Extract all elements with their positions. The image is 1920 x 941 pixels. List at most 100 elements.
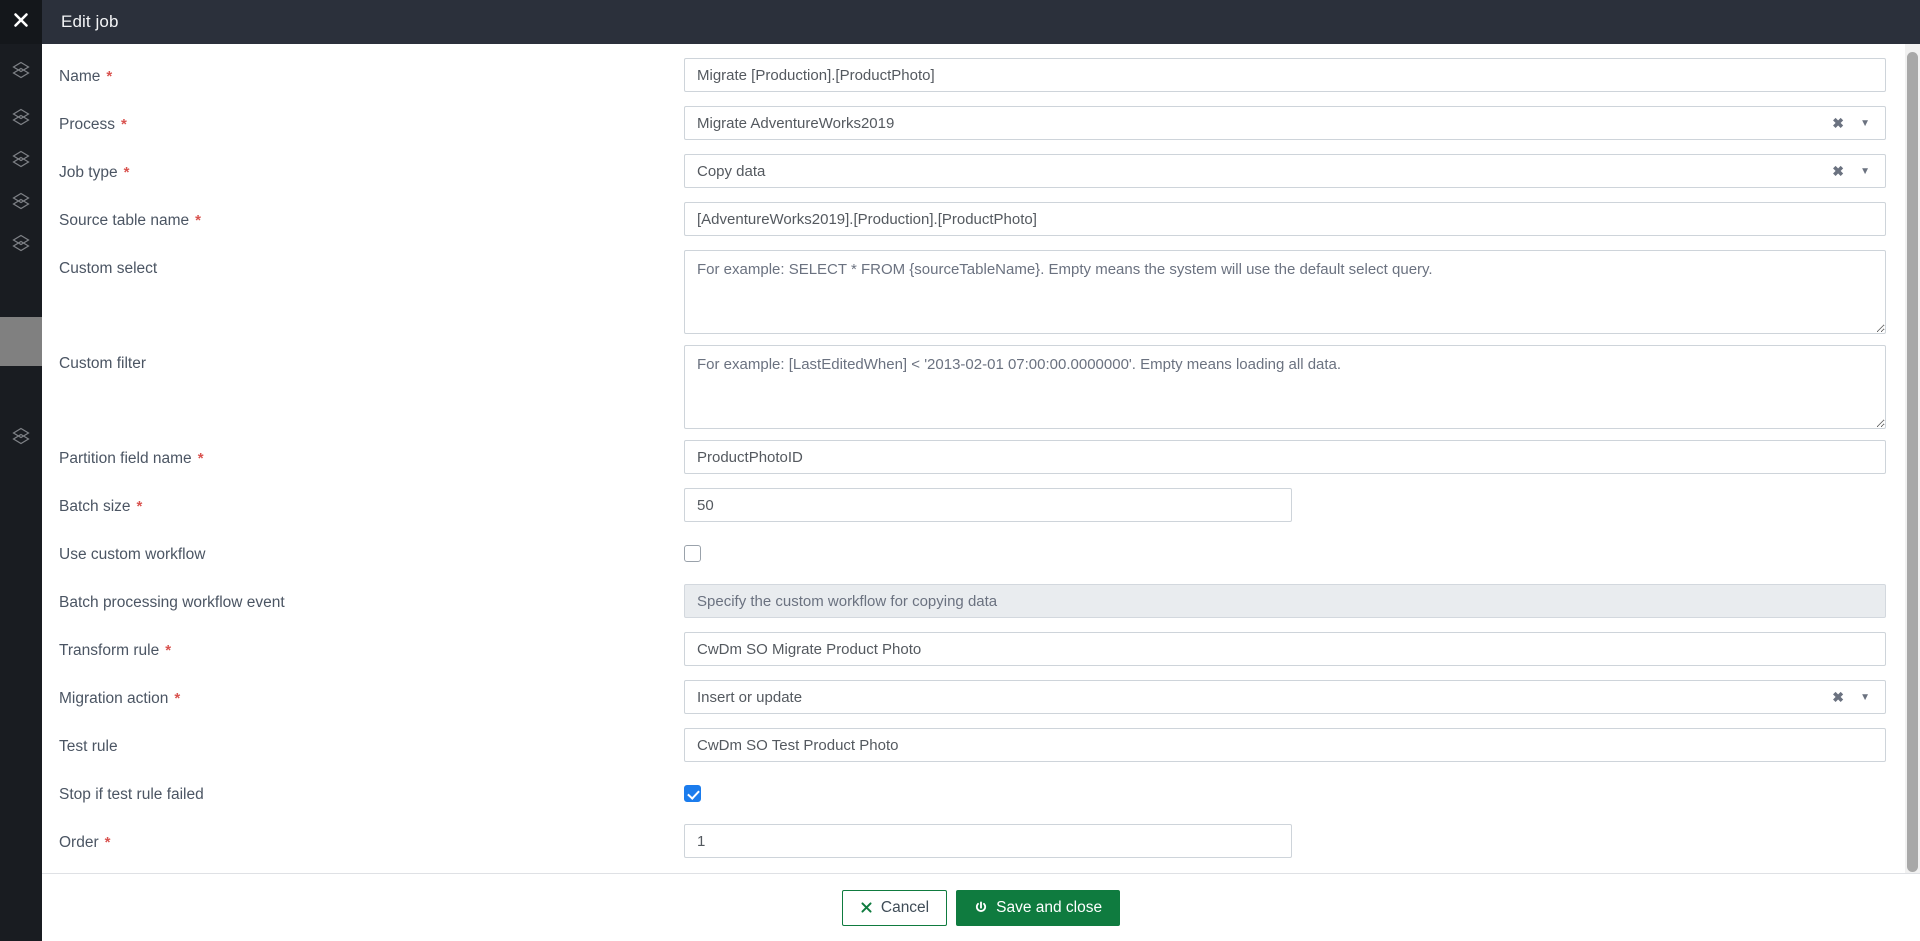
label-custom-filter: Custom filter <box>59 345 684 373</box>
cancel-button-label: Cancel <box>880 898 930 916</box>
chevron-down-icon[interactable]: ▼ <box>1860 106 1870 140</box>
label-batch-processing-workflow-event: Batch processing workflow event <box>59 584 684 612</box>
cube-icon <box>12 427 30 445</box>
field-order-wrap <box>684 824 1886 858</box>
label-use-custom-workflow: Use custom workflow <box>59 536 684 564</box>
label-process-text: Process <box>59 116 115 133</box>
label-job-type: Job type * <box>59 154 684 182</box>
field-row-use-custom-workflow: Use custom workflow <box>59 536 1886 584</box>
field-job-type-wrap: ✖ ▼ <box>684 154 1886 188</box>
field-name-wrap <box>684 58 1886 92</box>
field-custom-select-wrap <box>684 250 1886 334</box>
label-custom-select-text: Custom select <box>59 260 158 277</box>
field-transform-rule-wrap <box>684 632 1886 666</box>
label-batch-size-text: Batch size <box>59 498 131 515</box>
label-migration-action-text: Migration action <box>59 690 169 707</box>
required-marker: * <box>165 642 172 660</box>
job-type-select[interactable] <box>684 154 1886 188</box>
sidebar-item-active[interactable] <box>0 317 42 366</box>
label-migration-action: Migration action * <box>59 680 684 708</box>
dialog-footer: Cancel Save and close <box>42 873 1920 941</box>
field-row-migration-action: Migration action * ✖ ▼ <box>59 680 1886 728</box>
use-custom-workflow-checkbox[interactable] <box>684 545 701 562</box>
label-process: Process * <box>59 106 684 134</box>
field-custom-filter-wrap <box>684 345 1886 429</box>
label-partition-field-name: Partition field name * <box>59 440 684 468</box>
save-and-close-button-label: Save and close <box>996 898 1103 916</box>
label-test-rule-text: Test rule <box>59 738 118 755</box>
sidebar-item-6[interactable] <box>0 415 42 457</box>
field-row-batch-size: Batch size * <box>59 488 1886 536</box>
custom-filter-textarea[interactable] <box>684 345 1886 429</box>
sidebar-nav-list <box>0 44 42 457</box>
required-marker: * <box>104 834 111 852</box>
transform-rule-input[interactable] <box>684 632 1886 666</box>
dialog-body: Name* Process* ✖ ▼ Job <box>42 44 1908 873</box>
order-input[interactable] <box>684 824 1292 858</box>
field-partition-field-name-wrap <box>684 440 1886 474</box>
label-name: Name * <box>59 58 684 86</box>
batch-processing-workflow-event-input <box>684 584 1886 618</box>
save-and-close-button[interactable]: Save and close <box>956 889 1121 926</box>
required-marker: * <box>121 116 127 134</box>
sidebar-item-5[interactable] <box>0 222 42 264</box>
clear-icon[interactable]: ✖ <box>1832 106 1844 140</box>
vertical-scrollbar-thumb[interactable] <box>1907 52 1918 872</box>
custom-select-textarea[interactable] <box>684 250 1886 334</box>
field-row-name: Name * <box>59 58 1886 106</box>
field-row-job-type: Job type * ✖ ▼ <box>59 154 1886 202</box>
edit-job-dialog: Edit job Name * Process * ✖ <box>0 0 1920 941</box>
label-source-table-name: Source table name * <box>59 202 684 230</box>
sidebar-item-4[interactable] <box>0 180 42 222</box>
label-custom-select: Custom select <box>59 250 684 278</box>
field-row-source-table-name: Source table name * <box>59 202 1886 250</box>
clear-icon[interactable]: ✖ <box>1832 154 1844 188</box>
name-input[interactable] <box>684 58 1886 92</box>
required-marker: * <box>174 690 181 708</box>
label-stop-if-test-rule-failed-text: Stop if test rule failed <box>59 786 204 803</box>
label-order-text: Order <box>59 834 99 851</box>
label-order: Order * <box>59 824 684 852</box>
sidebar-item-1[interactable] <box>0 44 42 96</box>
field-row-test-rule: Test rule <box>59 728 1886 776</box>
sidebar-item-2[interactable] <box>0 96 42 138</box>
required-marker: * <box>106 68 113 86</box>
field-batch-processing-workflow-event-wrap <box>684 584 1886 618</box>
label-name-text: Name <box>59 68 101 85</box>
field-row-process: Process * ✖ ▼ <box>59 106 1886 154</box>
page-title: Edit job <box>61 12 119 31</box>
migration-action-select[interactable] <box>684 680 1886 714</box>
batch-size-input[interactable] <box>684 488 1292 522</box>
field-source-table-name-wrap <box>684 202 1886 236</box>
field-test-rule-wrap <box>684 728 1886 762</box>
required-marker: * <box>136 498 143 516</box>
sidebar-item-3[interactable] <box>0 138 42 180</box>
test-rule-input[interactable] <box>684 728 1886 762</box>
chevron-down-icon[interactable]: ▼ <box>1860 680 1870 714</box>
label-transform-rule: Transform rule * <box>59 632 684 660</box>
label-use-custom-workflow-text: Use custom workflow <box>59 546 206 563</box>
chevron-down-icon[interactable]: ▼ <box>1860 154 1870 188</box>
clear-icon[interactable]: ✖ <box>1832 680 1844 714</box>
required-marker: * <box>195 212 201 230</box>
field-row-stop-if-test-rule-failed: Stop if test rule failed <box>59 776 1886 824</box>
cancel-button[interactable]: Cancel <box>841 889 948 926</box>
process-select[interactable] <box>684 106 1886 140</box>
source-table-name-input[interactable] <box>684 202 1886 236</box>
label-batch-size: Batch size * <box>59 488 684 516</box>
field-row-transform-rule: Transform rule * <box>59 632 1886 680</box>
label-test-rule: Test rule <box>59 728 684 756</box>
close-x-icon <box>860 901 873 914</box>
close-dialog-button[interactable] <box>0 0 42 44</box>
field-use-custom-workflow-wrap <box>684 536 1886 567</box>
field-stop-if-test-rule-failed-wrap <box>684 776 1886 807</box>
cube-icon <box>12 108 30 126</box>
field-process-wrap: ✖ ▼ <box>684 106 1886 140</box>
edit-job-form: Name* Process* ✖ ▼ Job <box>42 44 1908 872</box>
field-batch-size-wrap <box>684 488 1886 522</box>
stop-if-test-rule-failed-checkbox[interactable] <box>684 785 701 802</box>
cube-icon <box>12 234 30 252</box>
partition-field-name-input[interactable] <box>684 440 1886 474</box>
label-job-type-text: Job type <box>59 164 118 181</box>
